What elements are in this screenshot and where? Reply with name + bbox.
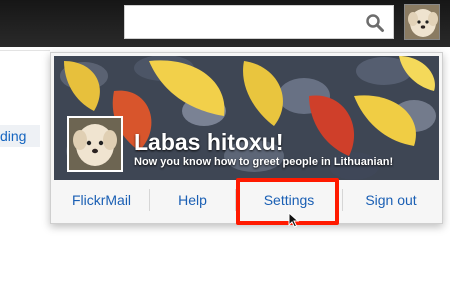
search-input[interactable] [124, 5, 394, 39]
dog-avatar-image [69, 118, 121, 170]
sign-out-link[interactable]: Sign out [343, 181, 439, 219]
user-avatar-button[interactable] [404, 4, 440, 40]
help-link[interactable]: Help [150, 181, 235, 219]
top-bar [0, 0, 450, 47]
profile-avatar[interactable] [67, 116, 123, 172]
dog-avatar-image [405, 5, 439, 39]
search-field[interactable] [131, 11, 355, 35]
greeting-subtitle: Now you know how to greet people in Lith… [134, 156, 394, 168]
search-icon[interactable] [365, 13, 385, 33]
trending-link[interactable]: ding [0, 125, 40, 147]
cover-photo: Labas hitoxu! Now you know how to greet … [54, 56, 439, 180]
pointer-cursor-icon [288, 212, 300, 228]
divider [0, 50, 50, 51]
greeting-title: Labas hitoxu! [134, 129, 284, 155]
flickrmail-link[interactable]: FlickrMail [54, 181, 149, 219]
